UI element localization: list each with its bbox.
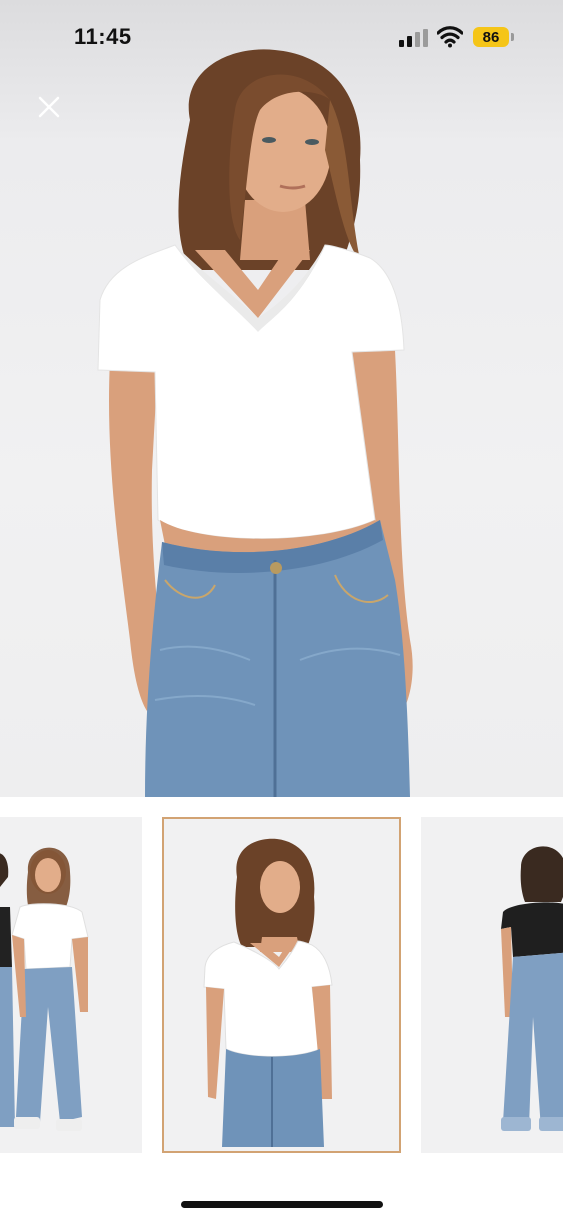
thumbnail-strip[interactable] [0, 797, 563, 1177]
thumbnail-image-white-tee-front [203, 838, 333, 1147]
thumbnail-3[interactable] [421, 817, 563, 1153]
cellular-signal-icon [399, 29, 428, 47]
close-icon [38, 96, 60, 118]
thumbnail-image-black-tee-back [501, 846, 563, 1131]
thumbnail-image-two-models [0, 847, 89, 1131]
status-bar: 11:45 86 [0, 0, 563, 76]
battery-level: 86 [482, 28, 500, 46]
model-photo [97, 49, 413, 797]
main-product-image[interactable]: 11:45 86 [0, 0, 563, 797]
close-button[interactable] [34, 92, 64, 122]
home-indicator[interactable] [181, 1201, 383, 1208]
battery-indicator: 86 [473, 27, 509, 47]
thumbnail-2-selected[interactable] [162, 817, 401, 1153]
status-time: 11:45 [74, 24, 132, 49]
wifi-icon [437, 26, 463, 48]
thumbnail-1[interactable] [0, 817, 142, 1153]
battery-cap [511, 33, 514, 41]
